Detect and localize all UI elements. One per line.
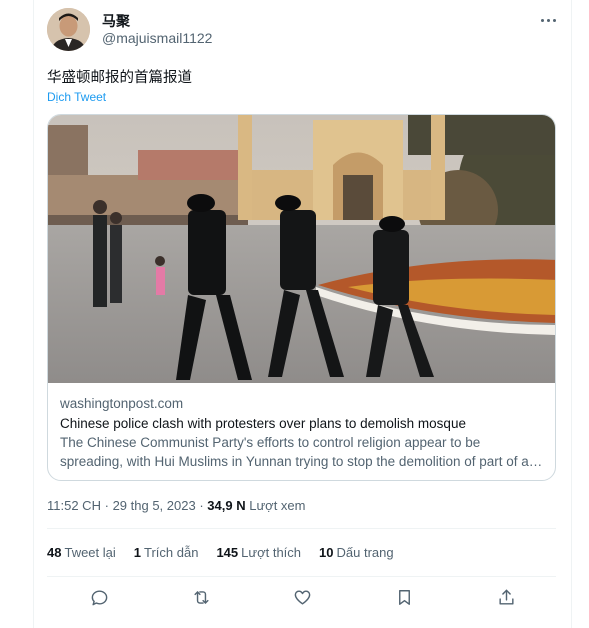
link-card-title: Chinese police clash with protesters ove…: [60, 416, 466, 431]
more-options-button[interactable]: [538, 12, 558, 28]
like-icon: [294, 589, 310, 605]
avatar-photo-icon: [47, 8, 90, 51]
link-card-domain: washingtonpost.com: [60, 396, 184, 411]
quotes-stat[interactable]: 1 Trích dẫn: [134, 545, 199, 560]
views-label: Lượt xem: [249, 498, 306, 513]
author-handle[interactable]: @majuismail1122: [102, 30, 212, 46]
retweet-icon: [193, 590, 209, 604]
link-card[interactable]: washingtonpost.com Chinese police clash …: [47, 114, 556, 481]
likes-label: Lượt thích: [241, 545, 302, 560]
column-border-right: [571, 0, 572, 628]
bookmarks-stat[interactable]: 10 Dấu trang: [319, 545, 394, 560]
share-button[interactable]: [494, 585, 518, 609]
likes-count: 145: [216, 545, 239, 560]
link-card-description: The Chinese Communist Party's efforts to…: [60, 435, 529, 469]
separator: ·: [104, 498, 109, 513]
divider: [47, 528, 556, 529]
action-bar: [47, 585, 556, 611]
like-button[interactable]: [290, 585, 314, 609]
link-card-image: [48, 115, 555, 383]
bookmarks-label: Dấu trang: [336, 545, 394, 560]
link-card-meta: washingtonpost.com Chinese police clash …: [60, 395, 546, 471]
more-dot-icon: [546, 18, 550, 22]
translate-tweet-link[interactable]: Dịch Tweet: [47, 90, 106, 104]
quotes-label: Trích dẫn: [144, 545, 199, 560]
tweet-text: 华盛顿邮报的首篇报道: [47, 70, 192, 86]
share-icon: [498, 589, 514, 605]
more-dot-icon: [552, 18, 556, 22]
tweet-detail: 马聚 @majuismail1122 华盛顿邮报的首篇报道 Dịch Tweet: [34, 0, 571, 628]
bookmark-button[interactable]: [392, 585, 416, 609]
views-count: 34,9 N: [207, 498, 246, 513]
retweets-label: Tweet lại: [64, 545, 116, 560]
tweet-date[interactable]: 29 thg 5, 2023: [113, 498, 196, 513]
tweet-time[interactable]: 11:52 CH: [47, 498, 101, 513]
retweets-stat[interactable]: 48 Tweet lại: [47, 545, 116, 560]
reply-button[interactable]: [87, 585, 111, 609]
likes-stat[interactable]: 145 Lượt thích: [216, 545, 301, 560]
quotes-count: 1: [133, 545, 142, 560]
more-dot-icon: [540, 18, 544, 22]
engagement-stats: 48 Tweet lại 1 Trích dẫn 145 Lượt thích 10 D…: [47, 545, 394, 560]
retweet-button[interactable]: [189, 585, 213, 609]
avatar[interactable]: [47, 8, 90, 51]
separator: ·: [199, 498, 204, 513]
news-photo-icon: [48, 115, 555, 383]
retweets-count: 48: [47, 545, 62, 560]
divider: [47, 576, 556, 577]
tweet-timestamp-row: 11:52 CH · 29 thg 5, 2023 · 34,9 N Lượt …: [47, 498, 305, 513]
bookmark-icon: [398, 589, 410, 605]
reply-icon: [91, 589, 107, 605]
author-name[interactable]: 马聚: [102, 11, 130, 31]
bookmarks-count: 10: [319, 545, 334, 560]
